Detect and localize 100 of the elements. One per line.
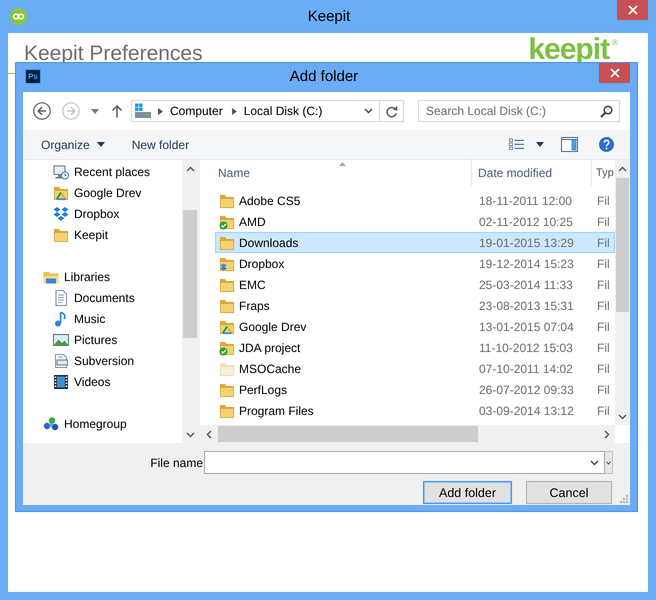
vertical-scrollbar[interactable] bbox=[182, 160, 198, 443]
vertical-scrollbar[interactable] bbox=[615, 160, 630, 425]
folder-icon bbox=[219, 402, 235, 418]
file-name: MSOCache bbox=[239, 362, 302, 376]
file-type: Fil bbox=[597, 362, 610, 376]
close-button[interactable] bbox=[617, 0, 648, 20]
nav-item[interactable]: Keepit bbox=[53, 224, 108, 245]
folder-triangle-icon bbox=[53, 184, 69, 200]
scrollbar-thumb[interactable] bbox=[616, 178, 629, 312]
preview-pane-icon bbox=[561, 137, 578, 152]
file-row[interactable]: Fraps 23-08-2013 15:31 Fil bbox=[215, 295, 615, 316]
close-button[interactable] bbox=[599, 63, 630, 83]
folder-box-icon bbox=[219, 256, 235, 272]
file-row[interactable]: JDA project 11-10-2012 15:03 Fil bbox=[215, 337, 615, 358]
file-type: Fil bbox=[597, 214, 610, 228]
caret-down-icon bbox=[91, 108, 99, 114]
clock-monitor-icon bbox=[53, 164, 69, 180]
nav-item[interactable]: Libraries bbox=[43, 266, 110, 287]
file-type: Fil bbox=[597, 298, 610, 312]
dialog-button[interactable]: Add folder bbox=[423, 481, 512, 504]
caret-right-icon bbox=[158, 108, 163, 114]
arrow-right-icon bbox=[62, 102, 80, 120]
scrollbar-thumb[interactable] bbox=[183, 210, 197, 338]
date-modified: 23-08-2013 15:31 bbox=[479, 298, 574, 312]
up-button[interactable] bbox=[111, 104, 123, 118]
app-icon: Ps bbox=[25, 69, 41, 84]
file-name-field[interactable] bbox=[204, 451, 605, 474]
column-header[interactable]: Typ bbox=[592, 160, 615, 186]
network-spheres-icon bbox=[43, 416, 59, 432]
arrow-up-icon bbox=[111, 104, 123, 118]
date-modified: 18-11-2011 12:00 bbox=[479, 194, 572, 208]
file-type: Fil bbox=[597, 278, 610, 292]
file-type: Fil bbox=[597, 256, 610, 270]
file-name: AMD bbox=[239, 214, 266, 228]
breadcrumb-item[interactable]: Computer bbox=[170, 103, 223, 119]
arrow-left-icon bbox=[33, 102, 51, 120]
file-row[interactable]: Adobe CS5 18-11-2011 12:00 Fil bbox=[215, 190, 615, 211]
date-modified: 25-03-2014 11:33 bbox=[479, 278, 573, 292]
folder-icon bbox=[219, 298, 235, 314]
file-name: PerfLogs bbox=[239, 382, 288, 396]
scrollbar-thumb[interactable] bbox=[218, 426, 478, 442]
back-button[interactable] bbox=[33, 102, 51, 120]
file-row[interactable]: Dropbox 19-12-2014 15:23 Fil bbox=[215, 253, 615, 274]
file-type: Fil bbox=[597, 404, 610, 418]
drive-icon bbox=[134, 103, 152, 119]
file-row[interactable]: Google Drev 13-01-2015 07:04 Fil bbox=[215, 316, 615, 337]
file-row[interactable]: MSOCache 07-10-2011 14:02 Fil bbox=[215, 358, 615, 379]
dialog-button[interactable]: Cancel bbox=[526, 481, 612, 504]
nav-item[interactable]: Subversion bbox=[53, 350, 134, 371]
file-name: Adobe CS5 bbox=[239, 194, 300, 208]
picture-icon bbox=[53, 332, 69, 348]
chevron-down-icon bbox=[606, 460, 611, 464]
document-stack-icon bbox=[53, 352, 69, 368]
chevron-up-icon bbox=[186, 166, 194, 172]
nav-item[interactable]: Dropbox bbox=[53, 203, 120, 224]
date-modified: 13-01-2015 07:04 bbox=[479, 320, 574, 334]
chevron-right-icon bbox=[604, 430, 610, 438]
file-row[interactable]: AMD 02-11-2012 10:25 Fil bbox=[215, 211, 615, 232]
breadcrumb-item[interactable]: Local Disk (C:) bbox=[244, 103, 322, 119]
file-type: Fil bbox=[597, 320, 610, 334]
date-modified: 19-01-2015 13:29 bbox=[479, 236, 574, 250]
nav-item[interactable]: Documents bbox=[53, 287, 135, 308]
file-name: Program Files bbox=[239, 404, 314, 418]
column-header[interactable]: Name bbox=[200, 160, 472, 186]
sort-arrow-icon bbox=[338, 162, 346, 166]
new-folder-button[interactable]: New folder bbox=[128, 134, 194, 156]
folder-triangle-icon bbox=[219, 318, 235, 334]
file-type: Fil bbox=[597, 194, 610, 208]
logo: keepit$^{®}$ bbox=[528, 39, 618, 61]
faded-folder-icon bbox=[219, 360, 235, 376]
folder-check-icon bbox=[219, 214, 235, 230]
nav-item[interactable]: Google Drev bbox=[53, 182, 142, 203]
address-bar[interactable]: Computer Local Disk (C:) bbox=[131, 100, 404, 122]
nav-item[interactable]: Music bbox=[53, 308, 106, 329]
nav-item[interactable]: Videos bbox=[53, 371, 110, 392]
caret-down-icon bbox=[96, 142, 105, 147]
close-icon bbox=[628, 5, 638, 15]
nav-item[interactable]: Pictures bbox=[53, 329, 118, 350]
horizontal-scrollbar[interactable] bbox=[200, 425, 615, 443]
folder-icon bbox=[219, 234, 235, 250]
folder-icon bbox=[219, 192, 235, 208]
date-modified: 26-07-2012 09:33 bbox=[479, 382, 574, 396]
nav-item[interactable]: Recent places bbox=[53, 161, 150, 182]
dropdown-button[interactable] bbox=[605, 451, 613, 474]
file-row[interactable]: Downloads 19-01-2015 13:29 Fil bbox=[215, 232, 615, 253]
file-row[interactable]: EMC 25-03-2014 11:33 Fil bbox=[215, 274, 615, 295]
file-row[interactable]: PerfLogs 26-07-2012 09:33 Fil bbox=[215, 379, 615, 400]
app-logo-icon bbox=[10, 8, 27, 25]
search-field[interactable]: Search Local Disk (C:) bbox=[418, 100, 620, 122]
nav-item[interactable]: Homegroup bbox=[43, 413, 127, 434]
organize-menu[interactable]: Organize bbox=[37, 134, 109, 156]
page-heading: Keepit Preferences bbox=[24, 46, 203, 62]
column-header[interactable]: Date modified bbox=[472, 160, 592, 186]
date-modified: 07-10-2011 14:02 bbox=[479, 362, 573, 376]
file-row[interactable]: Program Files 03-09-2014 13:12 Fil bbox=[215, 400, 615, 421]
file-type: Fil bbox=[597, 382, 610, 396]
chevron-up-icon bbox=[618, 166, 627, 172]
file-name-label: File name bbox=[150, 456, 203, 470]
window-title: Keepit bbox=[308, 7, 350, 27]
recent-locations-button[interactable] bbox=[91, 108, 99, 114]
